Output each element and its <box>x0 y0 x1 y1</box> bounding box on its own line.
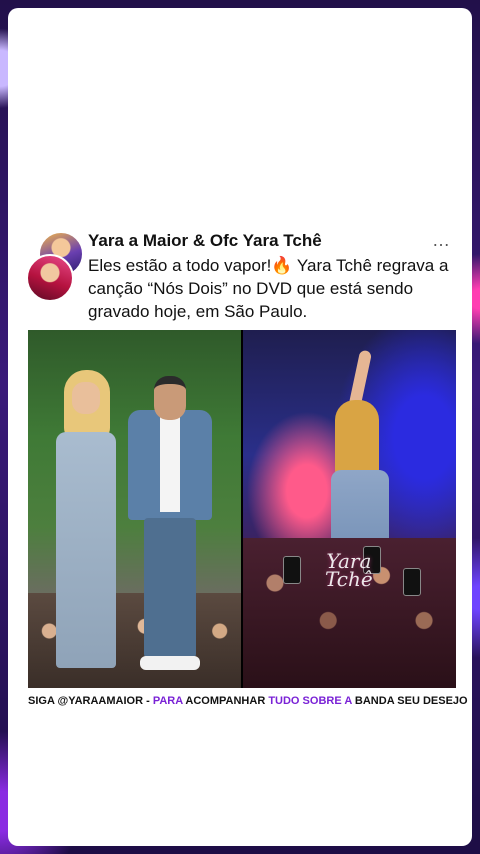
caption-part5: BANDA SEU DESEJO <box>351 695 468 707</box>
logo-watermark: Yara Tchê <box>325 549 373 591</box>
author-avatar-secondary[interactable] <box>26 254 74 302</box>
more-options-icon[interactable]: … <box>432 230 451 251</box>
caption-part3: ACOMPANHAR <box>182 695 269 707</box>
caption-part4: TUDO SOBRE A <box>268 695 352 707</box>
photo-right[interactable]: Yara Tchê <box>243 330 456 688</box>
man-figure <box>128 376 212 672</box>
post-card: Yara a Maior & Ofc Yara Tchê … Eles estã… <box>8 8 472 846</box>
caption-bar: SIGA @YARAAMAIOR - PARA ACOMPANHAR TUDO … <box>28 690 468 714</box>
post-text: Eles estão a todo vapor!🔥 Yara Tchê regr… <box>88 256 449 321</box>
photo-left[interactable] <box>28 330 241 688</box>
woman-figure <box>50 370 122 670</box>
author-name[interactable]: Yara a Maior & Ofc Yara Tchê <box>88 231 322 251</box>
post-media[interactable]: Yara Tchê <box>28 330 456 688</box>
caption-part2: PARA <box>152 695 183 707</box>
caption-part1: SIGA @YARAAMAIOR - <box>28 695 153 707</box>
